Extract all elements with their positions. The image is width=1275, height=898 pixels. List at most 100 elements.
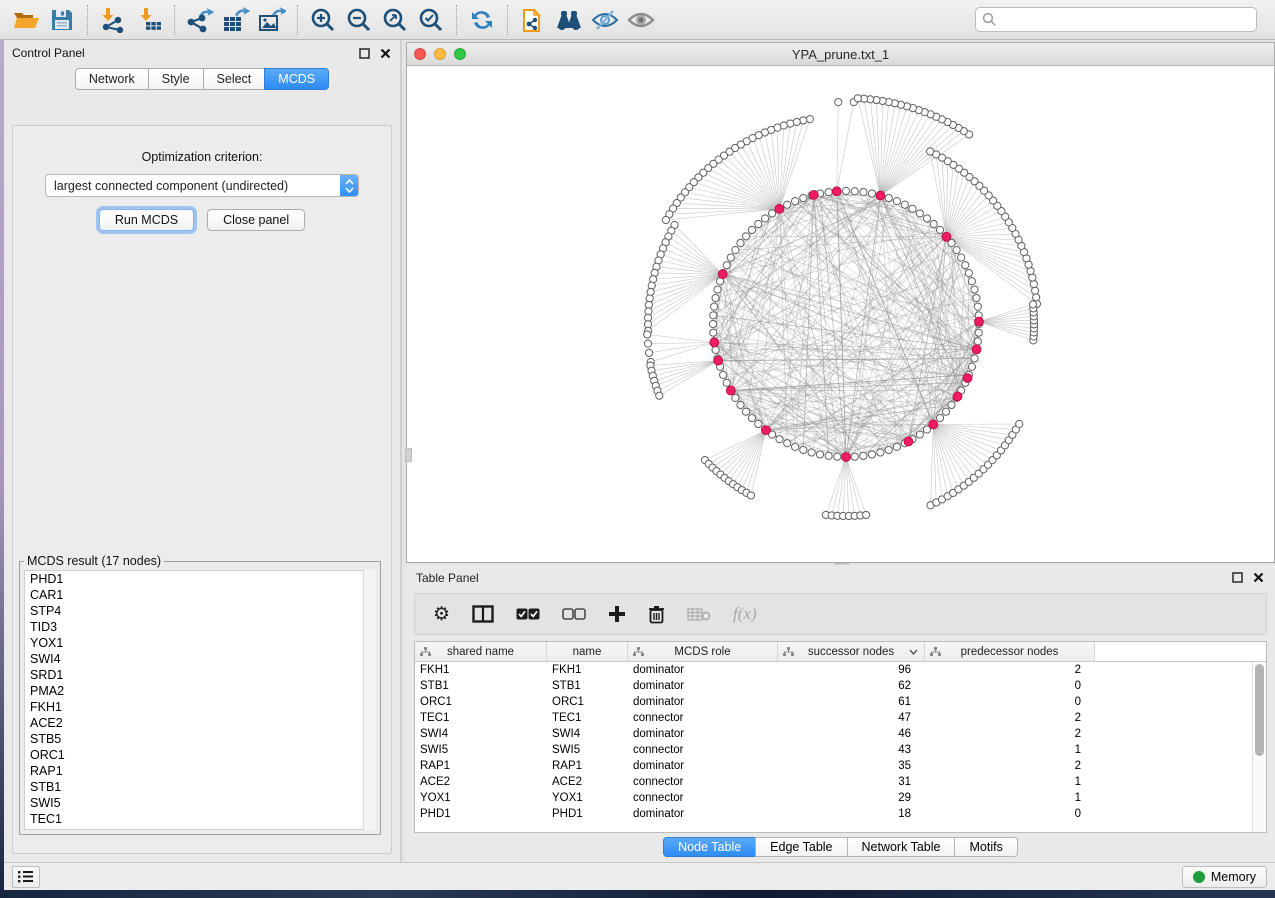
network-node[interactable] bbox=[723, 379, 730, 386]
column-header-name[interactable]: name bbox=[547, 642, 628, 661]
network-node[interactable] bbox=[792, 443, 799, 450]
export-network-button[interactable] bbox=[182, 3, 218, 37]
network-node[interactable] bbox=[851, 188, 858, 195]
network-node[interactable] bbox=[936, 226, 943, 233]
network-node[interactable] bbox=[742, 233, 749, 240]
zoom-selected-button[interactable] bbox=[413, 3, 449, 37]
zoom-fit-button[interactable] bbox=[377, 3, 413, 37]
network-node[interactable] bbox=[711, 303, 718, 310]
run-mcds-button[interactable]: Run MCDS bbox=[99, 209, 194, 231]
network-node[interactable] bbox=[930, 220, 937, 227]
network-node[interactable] bbox=[710, 329, 717, 336]
network-node[interactable] bbox=[968, 363, 975, 370]
window-close-traffic-light[interactable] bbox=[414, 48, 426, 60]
network-node[interactable] bbox=[885, 194, 892, 201]
network-node[interactable] bbox=[901, 201, 908, 208]
table-row[interactable]: SWI4SWI4dominator462 bbox=[415, 726, 1252, 742]
network-hub-node[interactable] bbox=[714, 356, 723, 365]
mcds-result-item[interactable]: PHD1 bbox=[25, 571, 375, 587]
network-node[interactable] bbox=[942, 408, 949, 415]
network-node[interactable] bbox=[948, 401, 955, 408]
network-leaf-node[interactable] bbox=[862, 511, 869, 518]
zoom-in-button[interactable] bbox=[305, 3, 341, 37]
network-node[interactable] bbox=[974, 338, 981, 345]
network-node[interactable] bbox=[916, 431, 923, 438]
window-minimize-traffic-light[interactable] bbox=[434, 48, 446, 60]
network-node[interactable] bbox=[816, 451, 823, 458]
network-node[interactable] bbox=[860, 189, 867, 196]
network-hub-node[interactable] bbox=[972, 345, 981, 354]
network-node[interactable] bbox=[776, 436, 783, 443]
mcds-result-item[interactable]: YOX1 bbox=[25, 635, 375, 651]
network-leaf-node[interactable] bbox=[1029, 301, 1036, 308]
network-node[interactable] bbox=[842, 187, 849, 194]
network-hub-node[interactable] bbox=[904, 437, 913, 446]
column-header-shared-name[interactable]: shared name bbox=[415, 642, 547, 661]
network-node[interactable] bbox=[748, 226, 755, 233]
network-node[interactable] bbox=[784, 201, 791, 208]
network-leaf-node[interactable] bbox=[646, 349, 653, 356]
network-node[interactable] bbox=[868, 190, 875, 197]
mcds-result-item[interactable]: STP4 bbox=[25, 603, 375, 619]
network-node[interactable] bbox=[755, 420, 762, 427]
network-leaf-node[interactable] bbox=[800, 117, 807, 124]
table-row[interactable]: SWI5SWI5connector431 bbox=[415, 742, 1252, 758]
network-hub-node[interactable] bbox=[975, 317, 984, 326]
network-leaf-node[interactable] bbox=[1031, 287, 1038, 294]
network-hub-node[interactable] bbox=[809, 191, 818, 200]
mcds-result-item[interactable]: GCR1 bbox=[25, 827, 375, 830]
network-node[interactable] bbox=[868, 451, 875, 458]
network-node[interactable] bbox=[737, 239, 744, 246]
tab-motifs[interactable]: Motifs bbox=[954, 837, 1017, 857]
network-leaf-node[interactable] bbox=[1016, 420, 1023, 427]
tab-edge-table[interactable]: Edge Table bbox=[755, 837, 846, 857]
network-leaf-node[interactable] bbox=[656, 392, 663, 399]
network-hub-node[interactable] bbox=[762, 426, 771, 435]
export-image-button[interactable] bbox=[254, 3, 290, 37]
network-node[interactable] bbox=[893, 443, 900, 450]
network-node[interactable] bbox=[923, 215, 930, 222]
table-row[interactable]: ORC1ORC1dominator610 bbox=[415, 694, 1252, 710]
network-leaf-node[interactable] bbox=[854, 95, 861, 102]
network-hub-node[interactable] bbox=[726, 386, 735, 395]
tab-network-table[interactable]: Network Table bbox=[847, 837, 955, 857]
mcds-result-item[interactable]: CAR1 bbox=[25, 587, 375, 603]
search-input[interactable] bbox=[997, 10, 1250, 30]
select-all-button[interactable] bbox=[516, 599, 540, 629]
share-document-button[interactable] bbox=[515, 3, 551, 37]
network-hub-node[interactable] bbox=[775, 204, 784, 213]
network-node[interactable] bbox=[800, 446, 807, 453]
network-leaf-node[interactable] bbox=[927, 148, 934, 155]
column-header-predecessor-nodes[interactable]: predecessor nodes bbox=[925, 642, 1095, 661]
network-leaf-node[interactable] bbox=[644, 340, 651, 347]
network-node[interactable] bbox=[755, 220, 762, 227]
network-hub-node[interactable] bbox=[942, 232, 951, 241]
network-node[interactable] bbox=[784, 440, 791, 447]
network-node[interactable] bbox=[712, 346, 719, 353]
network-hub-node[interactable] bbox=[953, 392, 962, 401]
network-node[interactable] bbox=[737, 401, 744, 408]
column-header-mcds-role[interactable]: MCDS role bbox=[628, 642, 778, 661]
network-node[interactable] bbox=[808, 449, 815, 456]
network-node[interactable] bbox=[709, 320, 716, 327]
network-node[interactable] bbox=[761, 215, 768, 222]
network-hub-node[interactable] bbox=[842, 453, 851, 462]
network-leaf-node[interactable] bbox=[835, 99, 842, 106]
mcds-result-item[interactable]: RAP1 bbox=[25, 763, 375, 779]
network-node[interactable] bbox=[975, 329, 982, 336]
table-row[interactable]: ACE2ACE2connector311 bbox=[415, 774, 1252, 790]
network-window-titlebar[interactable]: YPA_prune.txt_1 bbox=[407, 43, 1274, 66]
network-graph[interactable] bbox=[407, 66, 1275, 564]
deselect-all-button[interactable] bbox=[562, 599, 586, 629]
network-node[interactable] bbox=[800, 194, 807, 201]
network-node[interactable] bbox=[968, 278, 975, 285]
network-hub-node[interactable] bbox=[929, 420, 938, 429]
network-leaf-node[interactable] bbox=[1033, 294, 1040, 301]
show-task-history-button[interactable] bbox=[12, 866, 40, 888]
tab-node-table[interactable]: Node Table bbox=[663, 837, 755, 857]
network-node[interactable] bbox=[909, 205, 916, 212]
table-row[interactable]: FKH1FKH1dominator962 bbox=[415, 662, 1252, 678]
refresh-button[interactable] bbox=[464, 3, 500, 37]
network-hub-node[interactable] bbox=[876, 191, 885, 200]
vertical-splitter-grip[interactable] bbox=[405, 448, 412, 462]
